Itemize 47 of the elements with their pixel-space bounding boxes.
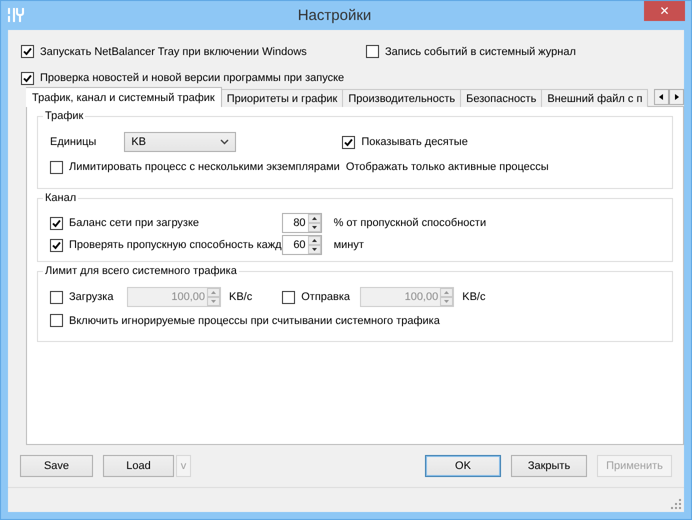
chevron-down-icon — [220, 139, 230, 145]
save-button[interactable]: Save — [20, 455, 93, 477]
unit-label: минут — [334, 239, 365, 251]
resize-grip-icon[interactable] — [671, 499, 681, 509]
checkbox-label: Проверка новостей и новой версии программы при запуске — [40, 72, 344, 84]
checkbox-label: Проверять пропускную способность кажд — [69, 239, 282, 251]
close-button[interactable]: ✕ — [644, 1, 685, 21]
close-dialog-button[interactable]: Закрыть — [511, 455, 587, 477]
window-title: Настройки — [296, 6, 372, 26]
checkbox-label: Отправка — [301, 291, 350, 303]
tab[interactable]: Безопасность — [460, 89, 542, 107]
units-dropdown[interactable]: KB — [124, 132, 236, 152]
checkbox-label: Загрузка — [69, 291, 114, 303]
tools-icon — [7, 7, 25, 23]
ok-button[interactable]: OK — [425, 455, 501, 477]
checkbox[interactable] — [21, 45, 34, 58]
checkbox[interactable] — [50, 314, 63, 327]
checkbox[interactable] — [50, 238, 63, 252]
tab[interactable]: Производительность — [342, 89, 462, 107]
tab[interactable]: Внешний файл с п — [541, 89, 648, 107]
checkbox-label: Включить игнорируемые процессы при считывании системного трафика — [69, 314, 440, 326]
option-label: Отображать только активные процессы — [346, 161, 549, 173]
unit-label: KB/c — [229, 291, 252, 303]
checkbox[interactable] — [21, 72, 34, 85]
scroll-right-icon[interactable] — [669, 89, 684, 105]
checkbox-label: Показывать десятые — [361, 136, 468, 148]
checkbox[interactable] — [50, 160, 63, 174]
tab[interactable]: Приоритеты и график — [220, 89, 344, 107]
checkbox[interactable] — [342, 136, 356, 148]
tab[interactable]: Трафик, канал и системный трафик — [26, 87, 222, 107]
checkbox-label: Запись событий в системный журнал — [385, 46, 576, 58]
checkbox-label: Запускать NetBalancer Tray при включении Windows — [40, 46, 307, 58]
scroll-left-icon[interactable] — [654, 89, 669, 105]
number-field[interactable]: 60 — [282, 235, 322, 255]
spinner-arrows-icon[interactable] — [308, 214, 321, 232]
group-title: Трафик — [43, 109, 86, 123]
unit-label: KB/c — [462, 291, 486, 303]
checkbox[interactable] — [50, 216, 63, 230]
group-title: Лимит для всего системного трафика — [43, 264, 239, 278]
field-label: Единицы — [50, 136, 96, 148]
checkbox-label: Лимитировать процесс с несколькими экземплярами — [69, 161, 340, 173]
checkbox[interactable] — [366, 45, 379, 58]
number-field[interactable]: 80 — [282, 213, 322, 233]
checkbox-label: Баланс сети при загрузке — [69, 217, 200, 229]
unit-label: % от пропускной способности — [334, 217, 488, 229]
load-button[interactable]: Load — [103, 455, 174, 477]
spinner-arrows-icon[interactable] — [308, 236, 321, 254]
